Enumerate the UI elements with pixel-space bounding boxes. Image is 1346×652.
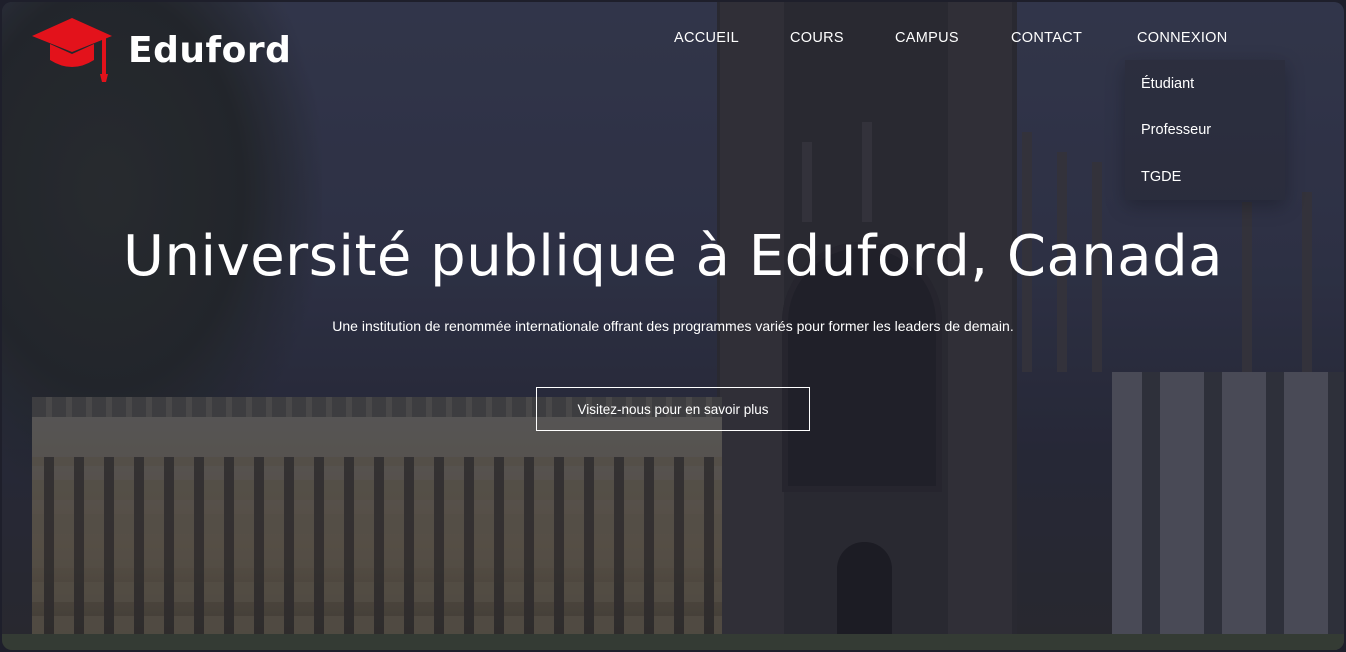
connexion-dropdown: Étudiant Professeur TGDE [1125, 60, 1285, 200]
brand-logo[interactable]: Eduford [30, 16, 291, 84]
dropdown-item-etudiant[interactable]: Étudiant [1141, 76, 1194, 92]
page-frame: Eduford ACCUEIL COURS CAMPUS CONTACT CON… [2, 2, 1344, 650]
visit-cta-button[interactable]: Visitez-nous pour en savoir plus [536, 387, 810, 431]
nav-campus[interactable]: CAMPUS [895, 30, 959, 46]
graduation-cap-icon [32, 18, 112, 82]
hero-subtitle: Une institution de renommée internationa… [332, 318, 1014, 334]
nav-cours[interactable]: COURS [790, 30, 844, 46]
nav-connexion[interactable]: CONNEXION [1137, 30, 1228, 46]
dropdown-item-professeur[interactable]: Professeur [1141, 122, 1211, 138]
nav-accueil[interactable]: ACCUEIL [674, 30, 739, 46]
hero-title: Université publique à Eduford, Canada [123, 224, 1223, 289]
dropdown-item-tgde[interactable]: TGDE [1141, 169, 1181, 185]
nav-contact[interactable]: CONTACT [1011, 30, 1082, 46]
brand-name: Eduford [128, 29, 292, 71]
